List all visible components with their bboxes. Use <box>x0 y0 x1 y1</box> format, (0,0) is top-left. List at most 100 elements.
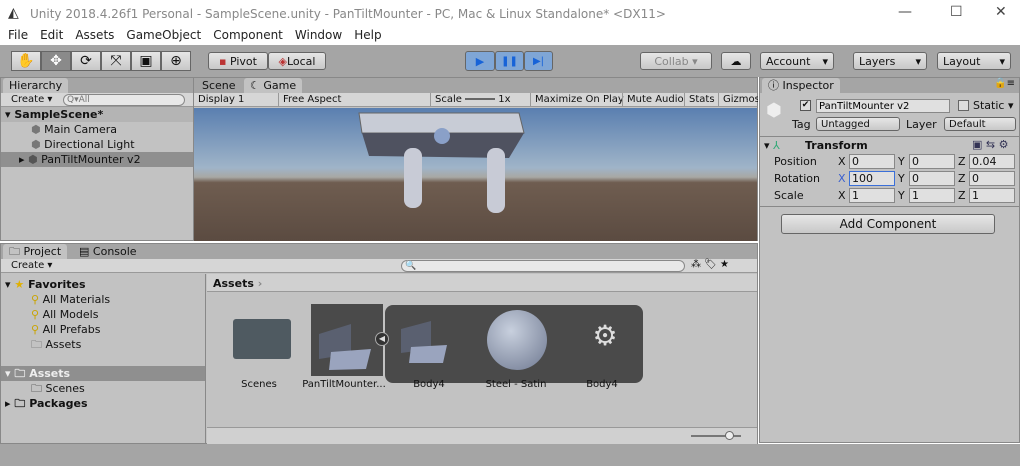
scale-z-field[interactable]: 1 <box>969 188 1015 203</box>
play-button[interactable]: ▶ <box>465 51 495 71</box>
hierarchy-item[interactable]: ▸ ⬢ PanTiltMounter v2 <box>1 152 193 167</box>
packages-foldout[interactable]: ▸ 🗀 Packages <box>1 396 205 411</box>
prefab-thumbnail[interactable] <box>311 304 383 376</box>
mute-audio-button[interactable]: Mute Audio <box>622 93 688 107</box>
transform-row-label: Position <box>774 155 817 168</box>
project-create-button[interactable]: Create ▾ <box>11 260 52 271</box>
gizmos-button[interactable]: Gizmos <box>718 93 758 107</box>
static-checkbox[interactable] <box>958 100 969 111</box>
body4-thumbnail[interactable] <box>395 307 455 367</box>
steel-satin-sphere[interactable] <box>487 310 547 370</box>
hand-tool-button[interactable]: ✋ <box>11 51 41 71</box>
account-dropdown[interactable]: Account ▾ <box>760 52 834 70</box>
window-edge <box>1020 45 1024 445</box>
breadcrumb-assets[interactable]: Assets <box>213 277 254 290</box>
help-icon[interactable]: ▣ ⇆ ⚙ <box>972 138 1008 151</box>
menu-assets[interactable]: Assets <box>75 28 114 42</box>
tab-console[interactable]: ▤ Console <box>73 244 143 259</box>
maximize-on-play-button[interactable]: Maximize On Play <box>530 93 628 107</box>
body4-mesh-icon[interactable]: ⚙ <box>583 319 627 359</box>
maximize-button[interactable]: ☐ <box>950 4 963 20</box>
favorites-foldout[interactable]: ▾ ★ Favorites <box>1 277 205 292</box>
collapse-arrow-icon[interactable]: ◀ <box>375 332 389 346</box>
scale-y-field[interactable]: 1 <box>909 188 955 203</box>
asset-label[interactable]: Steel - Satin <box>466 379 566 390</box>
position-y-field[interactable]: 0 <box>909 154 955 169</box>
lock-icon[interactable]: 🔒≡ <box>994 78 1015 89</box>
account-label: Account <box>766 54 811 68</box>
position-x-field[interactable]: 0 <box>849 154 895 169</box>
folder-icon[interactable] <box>233 319 291 359</box>
filter-icons[interactable]: ⁂ 🏷 ★ <box>691 259 729 270</box>
tab-project[interactable]: 🗀 Project <box>3 244 68 259</box>
menu-component[interactable]: Component <box>213 28 283 42</box>
collab-button[interactable]: Collab ▾ <box>640 52 712 70</box>
layout-dropdown[interactable]: Layout ▾ <box>937 52 1011 70</box>
project-tree: ▾ ★ Favorites ⚲ All Materials ⚲ All Mode… <box>1 274 206 444</box>
search-icon: ⚲ <box>31 323 40 336</box>
add-component-button[interactable]: Add Component <box>781 214 995 234</box>
minimize-button[interactable]: — <box>898 4 912 20</box>
menu-gameobject[interactable]: GameObject <box>126 28 201 42</box>
scene-root[interactable]: ▾ SampleScene* <box>1 107 193 122</box>
hierarchy-tabrow: Hierarchy <box>1 78 193 93</box>
fav-item[interactable]: ⚲ All Prefabs <box>1 322 205 337</box>
asset-label[interactable]: Body4 <box>552 379 652 390</box>
item-label: Assets <box>45 338 82 351</box>
layer-dropdown[interactable]: Default <box>944 117 1016 131</box>
pause-button[interactable]: ❚❚ <box>495 51 524 71</box>
stats-button[interactable]: Stats <box>684 93 719 107</box>
rotation-y-field[interactable]: 0 <box>909 171 955 186</box>
asset-label[interactable]: Body4 <box>379 379 479 390</box>
fav-item[interactable]: ⚲ All Models <box>1 307 205 322</box>
assets-foldout[interactable]: ▾ 🗀 Assets <box>1 366 205 381</box>
rotate-tool-button[interactable]: ⟳ <box>71 51 101 71</box>
game-icon: ☾ <box>250 79 260 92</box>
menu-window[interactable]: Window <box>295 28 342 42</box>
menu-help[interactable]: Help <box>354 28 381 42</box>
hierarchy-panel: Hierarchy Create ▾ Q▾All ▾ SampleScene* … <box>0 77 194 241</box>
menu-file[interactable]: File <box>8 28 28 42</box>
scale-x-field[interactable]: 1 <box>849 188 895 203</box>
step-button[interactable]: ▶| <box>524 51 553 71</box>
tag-dropdown[interactable]: Untagged <box>816 117 900 131</box>
tab-scene[interactable]: Scene <box>196 78 242 93</box>
display-dropdown[interactable]: Display 1 <box>194 93 276 107</box>
tree-item[interactable]: 🗀 Scenes <box>1 381 205 396</box>
hierarchy-search-input[interactable]: Q▾All <box>63 94 185 106</box>
project-search-input[interactable]: 🔍 <box>401 260 685 272</box>
axis-label-y: Y <box>898 189 905 202</box>
game-viewport[interactable] <box>194 108 757 241</box>
rotation-x-field[interactable]: 100 <box>849 171 895 186</box>
scale-tool-button[interactable]: ⤧ <box>101 51 131 71</box>
tab-hierarchy[interactable]: Hierarchy <box>3 78 69 93</box>
cloud-button[interactable]: ☁ <box>721 52 751 70</box>
transform-tool-button[interactable]: ⊕ <box>161 51 191 71</box>
fav-item[interactable]: ⚲ All Materials <box>1 292 205 307</box>
position-z-field[interactable]: 0.04 <box>969 154 1015 169</box>
local-button[interactable]: ◈ Local <box>268 52 326 70</box>
menu-edit[interactable]: Edit <box>40 28 63 42</box>
transform-foldout[interactable]: ▾ ⅄ <box>764 139 780 152</box>
layers-dropdown[interactable]: Layers ▾ <box>853 52 927 70</box>
hierarchy-item[interactable]: ⬢ Main Camera <box>1 122 193 137</box>
item-label: All Prefabs <box>42 323 101 336</box>
hierarchy-item[interactable]: ⬢ Directional Light <box>1 137 193 152</box>
static-dropdown-icon[interactable]: ▾ <box>1008 99 1014 112</box>
aspect-dropdown[interactable]: Free Aspect <box>278 93 428 107</box>
close-button[interactable]: ✕ <box>995 4 1007 20</box>
hierarchy-toolbar: Create ▾ Q▾All <box>1 93 193 107</box>
move-tool-button[interactable]: ✥ <box>41 51 71 71</box>
fav-item[interactable]: 🗀 Assets <box>1 337 205 352</box>
slider-thumb[interactable] <box>725 431 734 440</box>
rotation-z-field[interactable]: 0 <box>969 171 1015 186</box>
tab-inspector[interactable]: ⓘ Inspector <box>762 78 840 93</box>
scale-slider[interactable]: Scale 1x <box>430 93 530 107</box>
rect-tool-button[interactable]: ▣ <box>131 51 161 71</box>
pivot-button[interactable]: ▪ Pivot <box>208 52 268 70</box>
hierarchy-create-button[interactable]: Create ▾ <box>11 94 52 105</box>
axis-label-z: Z <box>958 189 966 202</box>
tab-game[interactable]: ☾ Game <box>244 78 303 93</box>
object-name-input[interactable] <box>816 99 950 113</box>
active-checkbox[interactable]: ✔ <box>800 100 811 111</box>
